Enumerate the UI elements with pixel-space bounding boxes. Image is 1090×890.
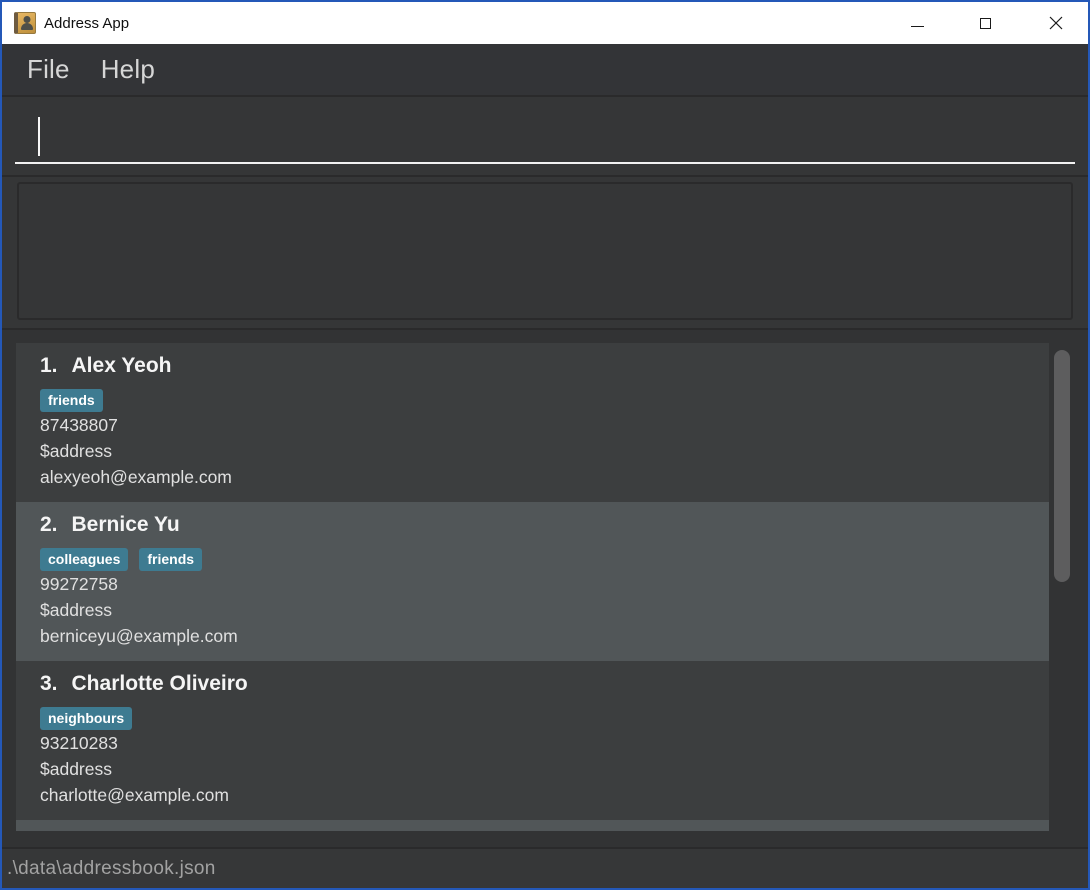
person-tags: neighbours: [40, 706, 1049, 730]
person-card[interactable]: 1. Alex Yeoh friends 87438807 $address a…: [16, 343, 1049, 502]
scrollbar-thumb[interactable]: [1054, 350, 1070, 582]
menu-help[interactable]: Help: [101, 54, 155, 85]
icon-person-body: [21, 23, 33, 30]
person-name-row: 1. Alex Yeoh: [40, 354, 1049, 384]
person-address: $address: [40, 597, 1049, 623]
tag-badge: colleagues: [40, 548, 128, 571]
menu-bar: File Help: [2, 44, 1088, 97]
title-bar[interactable]: Address App: [2, 2, 1088, 44]
person-email: charlotte@example.com: [40, 782, 1049, 808]
command-pane: [2, 97, 1088, 175]
person-index: 1.: [40, 354, 58, 378]
app-window: Address App File Help 1.: [0, 0, 1090, 890]
result-pane: [2, 175, 1088, 328]
person-name: Bernice Yu: [72, 513, 180, 537]
person-card-partial[interactable]: [16, 820, 1049, 831]
person-phone: 87438807: [40, 412, 1049, 438]
address-book-icon[interactable]: [14, 12, 36, 34]
person-name: Alex Yeoh: [72, 354, 172, 378]
person-index: 3.: [40, 672, 58, 696]
person-tags: friends: [40, 388, 1049, 412]
tag-badge: friends: [139, 548, 202, 571]
text-caret: [38, 117, 40, 156]
person-email: berniceyu@example.com: [40, 623, 1049, 649]
person-email: alexyeoh@example.com: [40, 464, 1049, 490]
maximize-button[interactable]: [962, 2, 1008, 44]
minimize-button[interactable]: [894, 2, 940, 44]
person-name: Charlotte Oliveiro: [72, 672, 248, 696]
status-bar: .\data\addressbook.json: [2, 847, 1088, 888]
person-card[interactable]: 3. Charlotte Oliveiro neighbours 9321028…: [16, 661, 1049, 820]
minimize-icon: [911, 26, 924, 27]
person-address: $address: [40, 438, 1049, 464]
person-tags: colleagues friends: [40, 547, 1049, 571]
person-phone: 99272758: [40, 571, 1049, 597]
tag-badge: friends: [40, 389, 103, 412]
person-name-row: 3. Charlotte Oliveiro: [40, 672, 1049, 702]
command-input[interactable]: [2, 97, 1088, 175]
person-name-row: 2. Bernice Yu: [40, 513, 1049, 543]
close-button[interactable]: [1033, 2, 1079, 44]
person-address: $address: [40, 756, 1049, 782]
tag-badge: neighbours: [40, 707, 132, 730]
person-card[interactable]: 2. Bernice Yu colleagues friends 9927275…: [16, 502, 1049, 661]
save-location-status: .\data\addressbook.json: [2, 858, 216, 880]
person-phone: 93210283: [40, 730, 1049, 756]
close-icon: [1049, 16, 1063, 30]
menu-file[interactable]: File: [27, 54, 70, 85]
maximize-icon: [980, 18, 991, 29]
person-list-panel: 1. Alex Yeoh friends 87438807 $address a…: [2, 328, 1088, 847]
command-input-underline: [15, 162, 1075, 164]
person-index: 2.: [40, 513, 58, 537]
window-title: Address App: [44, 15, 129, 32]
icon-person-head: [23, 16, 30, 23]
result-display: [17, 182, 1073, 320]
